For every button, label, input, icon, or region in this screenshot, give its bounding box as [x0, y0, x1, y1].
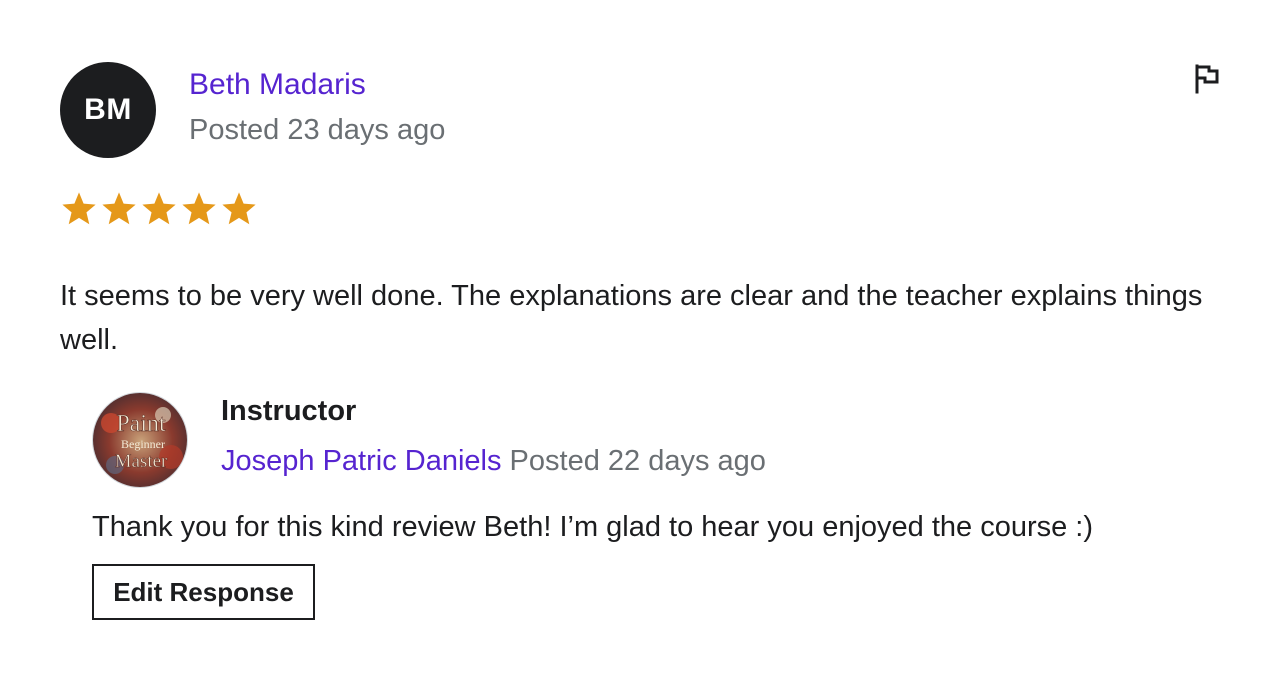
edit-response-button[interactable]: Edit Response	[92, 564, 315, 620]
reviewer-name-link[interactable]: Beth Madaris	[189, 66, 366, 104]
reviewer-avatar: BM	[60, 62, 156, 158]
star-rating	[60, 190, 258, 228]
responder-name-link[interactable]: Joseph Patric Daniels	[221, 445, 501, 477]
responder-line: Joseph Patric Daniels Posted 22 days ago	[221, 442, 766, 480]
logo-text-master: Master	[115, 451, 168, 472]
review-posted-time: Posted 23 days ago	[189, 114, 446, 146]
responder-role: Instructor	[221, 395, 357, 427]
instructor-avatar: Paint Beginner Master	[92, 392, 188, 488]
response-posted-time: Posted 22 days ago	[509, 445, 766, 477]
logo-text-beginner: Beginner	[121, 437, 165, 451]
star-icon	[222, 192, 256, 225]
reviewer-initials: BM	[84, 93, 132, 126]
review-text: It seems to be very well done. The expla…	[60, 280, 1203, 356]
logo-text-paint: Paint	[116, 411, 166, 437]
review-card: BM Beth Madaris Posted 23 days ago It se…	[0, 0, 1284, 682]
response-text: Thank you for this kind review Beth! I’m…	[92, 511, 1094, 543]
flag-icon[interactable]	[1190, 62, 1224, 96]
star-icon	[182, 192, 216, 225]
star-icon	[62, 192, 96, 225]
star-icon	[102, 192, 136, 225]
star-icon	[142, 192, 176, 225]
